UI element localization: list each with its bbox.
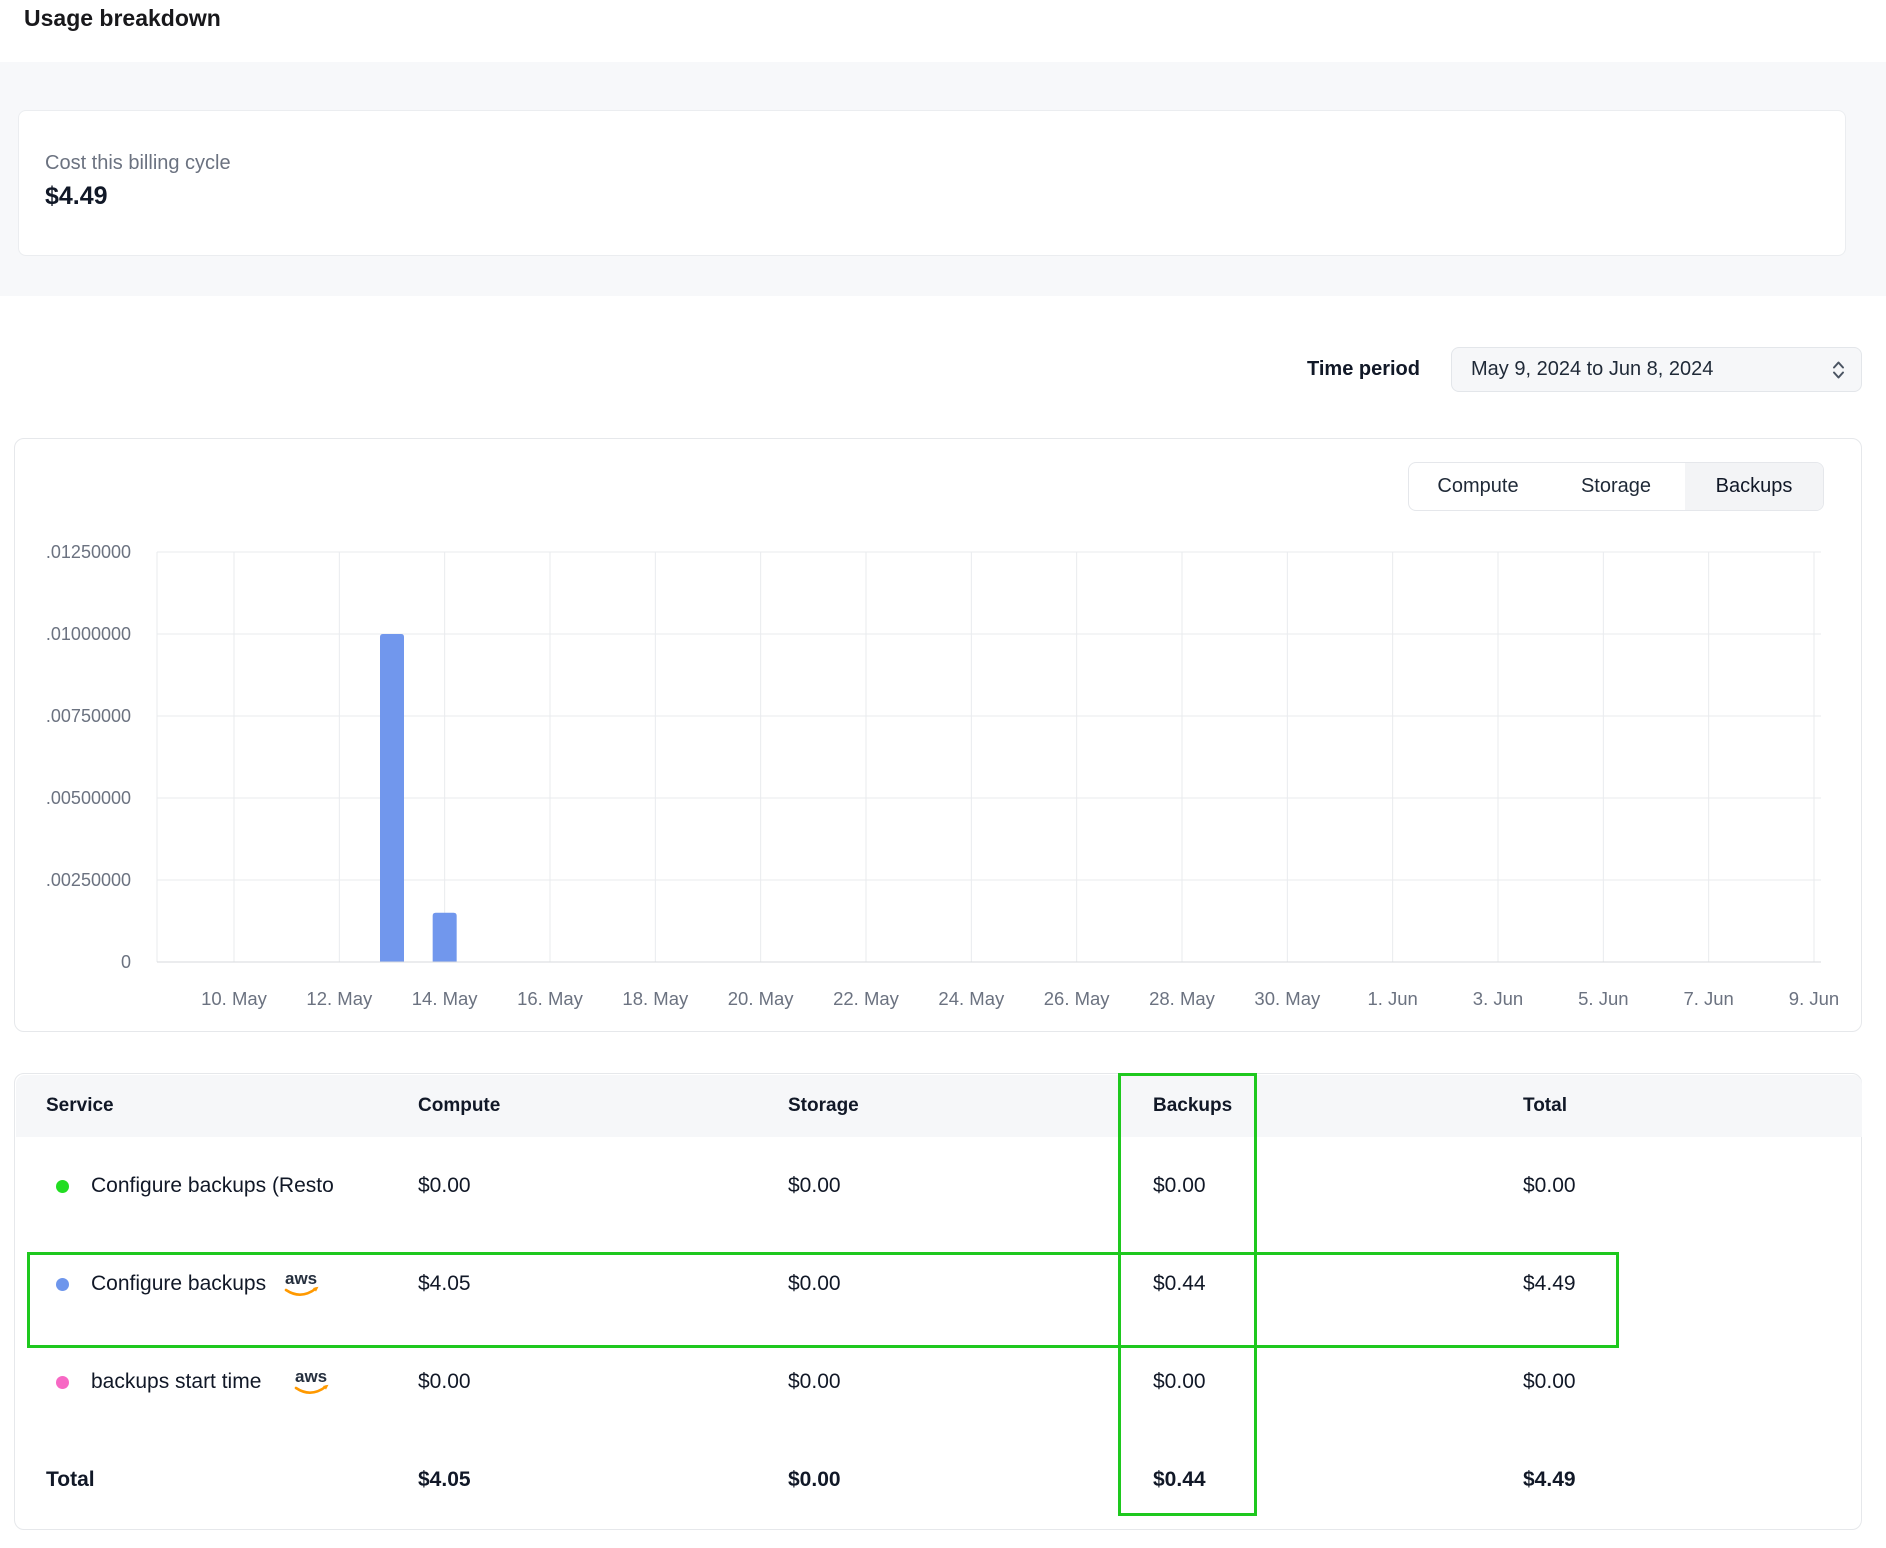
cost-card-value: $4.49 <box>45 182 1845 211</box>
total-cell-storage: $0.00 <box>788 1431 841 1529</box>
x-axis-tick-label: 22. May <box>833 988 900 1009</box>
aws-icon: aws <box>288 1365 334 1404</box>
series-dot-icon <box>56 1376 69 1389</box>
header-total: Total <box>1523 1075 1567 1137</box>
cell-compute: $0.00 <box>418 1333 471 1431</box>
summary-section: Cost this billing cycle $4.49 <box>0 62 1886 296</box>
table-total-row: Total $4.05 $0.00 $0.44 $4.49 <box>16 1431 1862 1529</box>
cell-storage: $0.00 <box>788 1137 841 1235</box>
usage-bar <box>433 913 457 962</box>
y-axis-tick-label: .00500000 <box>46 788 131 808</box>
y-axis-tick-label: .00250000 <box>46 870 131 890</box>
y-axis-tick-label: .00750000 <box>46 706 131 726</box>
x-axis-tick-label: 5. Jun <box>1578 988 1628 1009</box>
cell-backups: $0.00 <box>1153 1333 1206 1431</box>
service-name: backups start time <box>91 1333 261 1431</box>
total-cell-total: $4.49 <box>1523 1431 1576 1529</box>
x-axis-tick-label: 12. May <box>306 988 373 1009</box>
x-axis-tick-label: 30. May <box>1254 988 1321 1009</box>
table-row: Configure backups aws $4.05 $0.00 $0.44 $4.49 <box>16 1235 1862 1333</box>
x-axis-tick-label: 26. May <box>1044 988 1111 1009</box>
header-storage: Storage <box>788 1075 859 1137</box>
y-axis-tick-label: 0 <box>121 952 131 972</box>
series-dot-icon <box>56 1180 69 1193</box>
x-axis-tick-label: 24. May <box>938 988 1005 1009</box>
header-compute: Compute <box>418 1075 500 1137</box>
x-axis-tick-label: 14. May <box>412 988 479 1009</box>
service-name: Configure backups (Resto <box>91 1137 334 1235</box>
x-axis-tick-label: 10. May <box>201 988 268 1009</box>
x-axis-tick-label: 7. Jun <box>1683 988 1733 1009</box>
usage-bar <box>380 634 404 962</box>
time-period-value: May 9, 2024 to Jun 8, 2024 <box>1471 358 1830 381</box>
page-title: Usage breakdown <box>24 5 221 32</box>
cell-backups: $0.44 <box>1153 1235 1206 1333</box>
y-axis-tick-label: .01250000 <box>46 542 131 562</box>
x-axis-tick-label: 28. May <box>1149 988 1216 1009</box>
svg-text:aws: aws <box>295 1367 327 1386</box>
time-period-label: Time period <box>1180 358 1420 381</box>
svg-text:aws: aws <box>285 1269 317 1288</box>
table-row: Configure backups (Resto $0.00 $0.00 $0.00 $… <box>16 1137 1862 1235</box>
series-dot-icon <box>56 1278 69 1291</box>
x-axis-tick-label: 1. Jun <box>1367 988 1417 1009</box>
usage-chart-panel: ComputeStorageBackups .01250000.01000000… <box>14 438 1862 1032</box>
cell-total: $0.00 <box>1523 1137 1576 1235</box>
cell-backups: $0.00 <box>1153 1137 1206 1235</box>
x-axis-tick-label: 9. Jun <box>1789 988 1839 1009</box>
x-axis-tick-label: 3. Jun <box>1473 988 1523 1009</box>
x-axis-tick-label: 18. May <box>622 988 689 1009</box>
usage-bar-chart: .01250000 .01000000 .00750000 .00500000 .002… <box>15 439 1861 1031</box>
aws-icon: aws <box>278 1267 324 1306</box>
table-header-row: Service Compute Storage Backups Total <box>16 1075 1862 1137</box>
cell-compute: $0.00 <box>418 1137 471 1235</box>
cell-storage: $0.00 <box>788 1235 841 1333</box>
total-cell-backups: $0.44 <box>1153 1431 1206 1529</box>
cost-card-label: Cost this billing cycle <box>45 151 1845 175</box>
total-label: Total <box>46 1431 95 1529</box>
cell-compute: $4.05 <box>418 1235 471 1333</box>
cell-storage: $0.00 <box>788 1333 841 1431</box>
x-axis-tick-label: 16. May <box>517 988 584 1009</box>
table-row: backups start time aws $0.00 $0.00 $0.00 $0.0… <box>16 1333 1862 1431</box>
cost-card: Cost this billing cycle $4.49 <box>18 110 1846 256</box>
cell-total: $0.00 <box>1523 1333 1576 1431</box>
service-name: Configure backups <box>91 1235 266 1333</box>
chevron-up-down-icon <box>1830 358 1847 382</box>
total-cell-compute: $4.05 <box>418 1431 471 1529</box>
cell-total: $4.49 <box>1523 1235 1576 1333</box>
header-service: Service <box>46 1075 114 1137</box>
y-axis-tick-label: .01000000 <box>46 624 131 644</box>
header-backups: Backups <box>1153 1075 1232 1137</box>
x-axis-tick-label: 20. May <box>728 988 795 1009</box>
time-period-select[interactable]: May 9, 2024 to Jun 8, 2024 <box>1451 347 1862 392</box>
usage-table: Service Compute Storage Backups Total Co… <box>14 1073 1862 1530</box>
